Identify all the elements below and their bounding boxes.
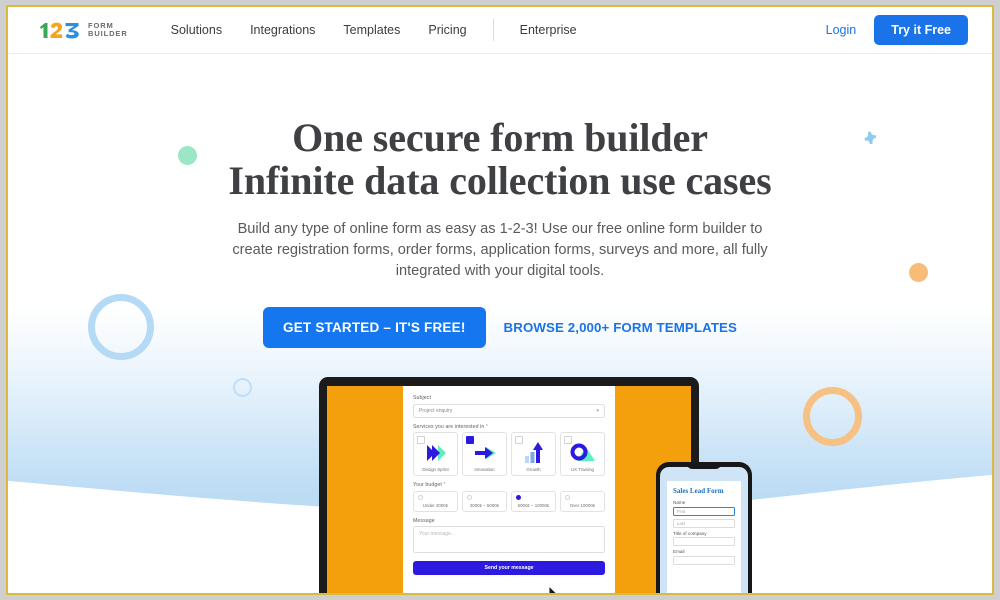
phone-email-label: Email bbox=[673, 549, 685, 554]
phone-last-name-input[interactable]: Last bbox=[673, 518, 735, 528]
budget-option-5000-10000[interactable]: 5000£ – 10000£ bbox=[511, 490, 556, 512]
site-header: FORM BUILDER Solutions Integrations Temp… bbox=[8, 7, 992, 54]
page-viewport: FORM BUILDER Solutions Integrations Temp… bbox=[8, 7, 992, 593]
header-actions: Login Try it Free bbox=[826, 15, 968, 45]
subject-label: Subject bbox=[413, 395, 432, 401]
budget-options: Under 2000£ 2000£ – 5000£ 5000£ – 10000£ bbox=[413, 490, 605, 512]
screenshot-root: FORM BUILDER Solutions Integrations Temp… bbox=[0, 0, 1000, 600]
phone-name-label: Name bbox=[673, 500, 686, 505]
phone-mockup: Sales Lead Form Name First Last Title of… bbox=[656, 462, 752, 593]
services-label: Services you are interested in * bbox=[413, 424, 605, 430]
hero-section: One secure form builder Infinite data co… bbox=[8, 54, 992, 348]
budget-label-text: Your budget bbox=[413, 482, 442, 488]
subject-select-value: Project enquiry bbox=[419, 407, 453, 414]
budget-option-under-2000[interactable]: Under 2000£ bbox=[413, 490, 458, 512]
budget-label: Your budget * bbox=[413, 482, 605, 488]
service-name: UX Training bbox=[571, 467, 594, 472]
service-name: Innovation bbox=[474, 467, 495, 472]
service-card-growth[interactable]: Growth bbox=[511, 432, 556, 476]
contact-form-preview: Subject Project enquiry ▾ Services you a… bbox=[403, 386, 615, 593]
logo-mark-icon bbox=[40, 22, 79, 38]
radio-5000-10000[interactable] bbox=[516, 494, 521, 500]
sales-lead-form-title: Sales Lead Form bbox=[673, 487, 724, 495]
nav-item-templates[interactable]: Templates bbox=[329, 23, 414, 37]
budget-name: 2000£ – 5000£ bbox=[469, 502, 500, 508]
radio-2000-5000[interactable] bbox=[467, 494, 472, 500]
logo-wordmark: FORM BUILDER bbox=[88, 22, 128, 37]
service-card-innovation[interactable]: Innovation bbox=[462, 432, 507, 476]
budget-name: Under 2000£ bbox=[422, 502, 449, 508]
ux-training-icon bbox=[570, 441, 596, 465]
device-mockups: Subject Project enquiry ▾ Services you a… bbox=[8, 377, 992, 593]
laptop-screen: Subject Project enquiry ▾ Services you a… bbox=[327, 386, 691, 593]
radio-under-2000[interactable] bbox=[418, 494, 423, 500]
headline-line-1: One secure form builder bbox=[292, 115, 708, 160]
nav-item-enterprise[interactable]: Enterprise bbox=[506, 23, 591, 37]
budget-name: Over 10000£ bbox=[569, 502, 596, 508]
checkbox-design-sprint[interactable] bbox=[417, 436, 425, 444]
services-label-text: Services you are interested in bbox=[413, 423, 485, 430]
page-title: One secure form builder Infinite data co… bbox=[8, 54, 992, 202]
logo-123-form-builder[interactable]: FORM BUILDER bbox=[37, 21, 128, 40]
nav-item-pricing[interactable]: Pricing bbox=[414, 23, 480, 37]
hero-cta-row: GET STARTED – IT'S FREE! BROWSE 2,000+ F… bbox=[8, 307, 992, 348]
services-required-mark: * bbox=[485, 423, 489, 430]
checkbox-growth[interactable] bbox=[515, 436, 523, 444]
main-navigation: Solutions Integrations Templates Pricing… bbox=[157, 7, 591, 53]
innovation-icon bbox=[472, 441, 498, 465]
checkbox-ux-training[interactable] bbox=[564, 436, 572, 444]
phone-company-input[interactable] bbox=[673, 537, 735, 546]
nav-divider bbox=[492, 19, 494, 41]
message-label: Message bbox=[413, 517, 435, 524]
login-link[interactable]: Login bbox=[826, 23, 857, 37]
message-textarea[interactable]: Your message... bbox=[413, 526, 605, 553]
browser-frame: FORM BUILDER Solutions Integrations Temp… bbox=[6, 5, 994, 595]
get-started-button[interactable]: GET STARTED – IT'S FREE! bbox=[263, 307, 486, 348]
budget-option-over-10000[interactable]: Over 10000£ bbox=[560, 490, 605, 512]
services-options: Design Sprint Innovation Growth UX Train… bbox=[413, 432, 605, 476]
sales-lead-form-preview: Sales Lead Form Name First Last Title of… bbox=[667, 481, 741, 593]
headline-line-2: Infinite data collection use cases bbox=[228, 158, 772, 203]
phone-company-label: Title of company bbox=[673, 530, 707, 536]
laptop-mockup: Subject Project enquiry ▾ Services you a… bbox=[319, 377, 699, 593]
phone-first-name-input[interactable]: First bbox=[673, 506, 735, 516]
hero-subheading: Build any type of online form as easy as… bbox=[232, 221, 768, 279]
try-it-free-button[interactable]: Try it Free bbox=[874, 15, 968, 45]
service-name: Design Sprint bbox=[422, 467, 449, 472]
phone-notch bbox=[687, 463, 721, 469]
phone-email-input[interactable] bbox=[673, 555, 735, 565]
budget-required-mark: * bbox=[443, 482, 446, 488]
phone-screen: Sales Lead Form Name First Last Title of… bbox=[660, 467, 748, 593]
checkbox-innovation[interactable] bbox=[466, 436, 474, 444]
service-name: Growth bbox=[526, 467, 541, 472]
send-message-button[interactable]: Send your message bbox=[413, 561, 605, 575]
nav-item-solutions[interactable]: Solutions bbox=[157, 23, 236, 37]
service-card-ux-training[interactable]: UX Training bbox=[560, 432, 605, 476]
budget-name: 5000£ – 10000£ bbox=[517, 502, 550, 508]
subject-select[interactable]: Project enquiry ▾ bbox=[413, 403, 605, 418]
chevron-down-icon: ▾ bbox=[596, 407, 599, 414]
radio-over-10000[interactable] bbox=[565, 494, 570, 500]
growth-icon bbox=[522, 441, 546, 465]
nav-item-integrations[interactable]: Integrations bbox=[236, 23, 329, 37]
service-card-design-sprint[interactable]: Design Sprint bbox=[413, 432, 458, 476]
budget-option-2000-5000[interactable]: 2000£ – 5000£ bbox=[462, 490, 507, 512]
design-sprint-icon bbox=[424, 441, 448, 465]
browse-templates-link[interactable]: BROWSE 2,000+ FORM TEMPLATES bbox=[504, 320, 737, 335]
logo-line-2: BUILDER bbox=[88, 29, 128, 38]
mouse-cursor-icon bbox=[548, 585, 557, 593]
